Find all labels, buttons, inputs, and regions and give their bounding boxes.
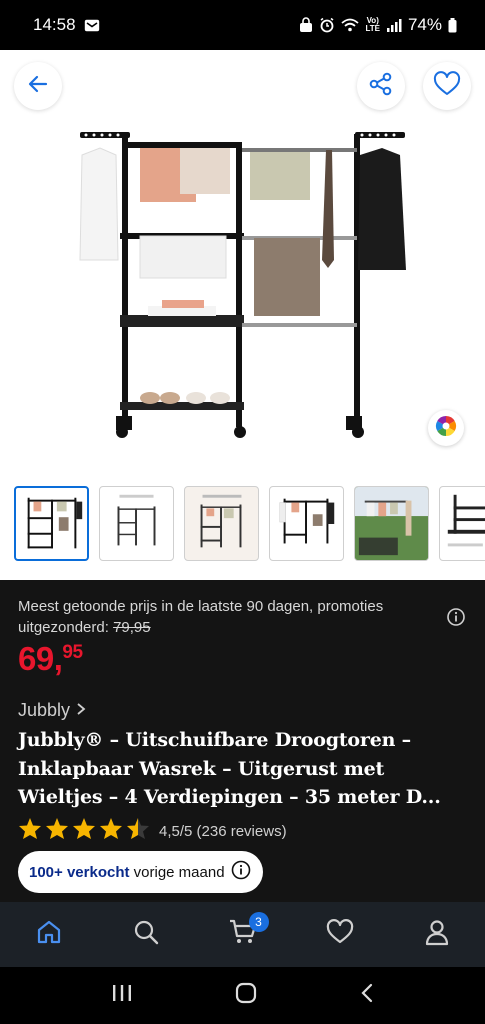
thumbnail-6[interactable] xyxy=(439,486,485,561)
rating-row[interactable]: 4,5/5 (236 reviews) xyxy=(18,817,287,845)
price-note-text: Meest getoonde prijs in de laatste 90 da… xyxy=(18,598,384,636)
nav-favorites[interactable] xyxy=(310,905,370,965)
current-price: 69,95 xyxy=(18,640,83,677)
old-price: 79,95 xyxy=(113,619,151,636)
brand-name: Jubbly xyxy=(18,700,71,720)
product-title: Jubbly® – Uitschuifbare Droogtoren – Ink… xyxy=(18,729,441,808)
arrow-left-icon xyxy=(26,72,50,101)
nav-account[interactable] xyxy=(407,905,467,965)
recent-apps-button[interactable] xyxy=(111,984,133,1007)
system-navigation xyxy=(0,967,485,1024)
thumbnail-3[interactable] xyxy=(184,486,259,561)
mail-icon xyxy=(84,19,100,32)
sold-count: 100+ verkocht xyxy=(29,863,130,881)
sold-badge[interactable]: 100+ verkocht vorige maand xyxy=(18,851,263,893)
home-icon xyxy=(35,918,63,951)
nav-home[interactable] xyxy=(19,905,79,965)
star-icon xyxy=(45,817,69,845)
price-cents: 95 xyxy=(62,642,83,663)
thumbnail-5[interactable] xyxy=(354,486,429,561)
brand-link[interactable]: Jubbly xyxy=(18,700,86,721)
bottom-navigation: 3 xyxy=(0,902,485,967)
share-icon xyxy=(368,71,394,102)
price-note: Meest getoonde prijs in de laatste 90 da… xyxy=(18,596,418,638)
color-options-button[interactable] xyxy=(428,410,464,446)
lock-icon xyxy=(299,17,313,33)
app-root: 14:58 Vo) LTE 74% Meest getoonde prijs i… xyxy=(0,0,485,1024)
alarm-icon xyxy=(319,17,335,33)
signal-icon xyxy=(386,18,402,32)
volte-icon: Vo) LTE xyxy=(365,16,380,33)
back-button[interactable] xyxy=(14,62,62,110)
star-icon xyxy=(18,817,42,845)
back-nav-button[interactable] xyxy=(360,983,374,1008)
color-wheel-icon xyxy=(434,414,458,443)
cart-count-badge: 3 xyxy=(248,911,269,932)
sold-period: vorige maand xyxy=(129,863,225,881)
account-icon xyxy=(424,918,450,951)
nav-search[interactable] xyxy=(116,905,176,965)
rating-text: 4,5/5 (236 reviews) xyxy=(159,822,287,840)
share-button[interactable] xyxy=(357,62,405,110)
product-image-gallery[interactable] xyxy=(0,50,485,480)
status-bar: 14:58 Vo) LTE 74% xyxy=(0,0,485,50)
battery-icon xyxy=(448,17,457,33)
price-euros: 69 xyxy=(18,640,54,677)
favorite-button[interactable] xyxy=(423,62,471,110)
nav-cart[interactable]: 3 xyxy=(213,905,273,965)
thumbnail-1[interactable] xyxy=(14,486,89,561)
half-star-icon xyxy=(126,817,150,845)
thumbnail-strip xyxy=(0,480,485,580)
search-icon xyxy=(132,918,160,951)
status-time: 14:58 xyxy=(33,15,76,34)
thumbnail-2[interactable] xyxy=(99,486,174,561)
chevron-right-icon xyxy=(76,700,86,721)
battery-percent: 74% xyxy=(407,15,442,34)
star-icon xyxy=(99,817,123,845)
home-button[interactable] xyxy=(235,982,257,1009)
wifi-icon xyxy=(341,18,360,32)
info-icon[interactable] xyxy=(447,608,465,626)
heart-icon xyxy=(433,70,461,102)
info-icon xyxy=(231,860,251,884)
product-info: Meest getoonde prijs in de laatste 90 da… xyxy=(0,580,485,902)
star-icon xyxy=(72,817,96,845)
heart-icon xyxy=(326,919,354,950)
thumbnail-4[interactable] xyxy=(269,486,344,561)
product-photo-drying-rack xyxy=(79,132,406,438)
